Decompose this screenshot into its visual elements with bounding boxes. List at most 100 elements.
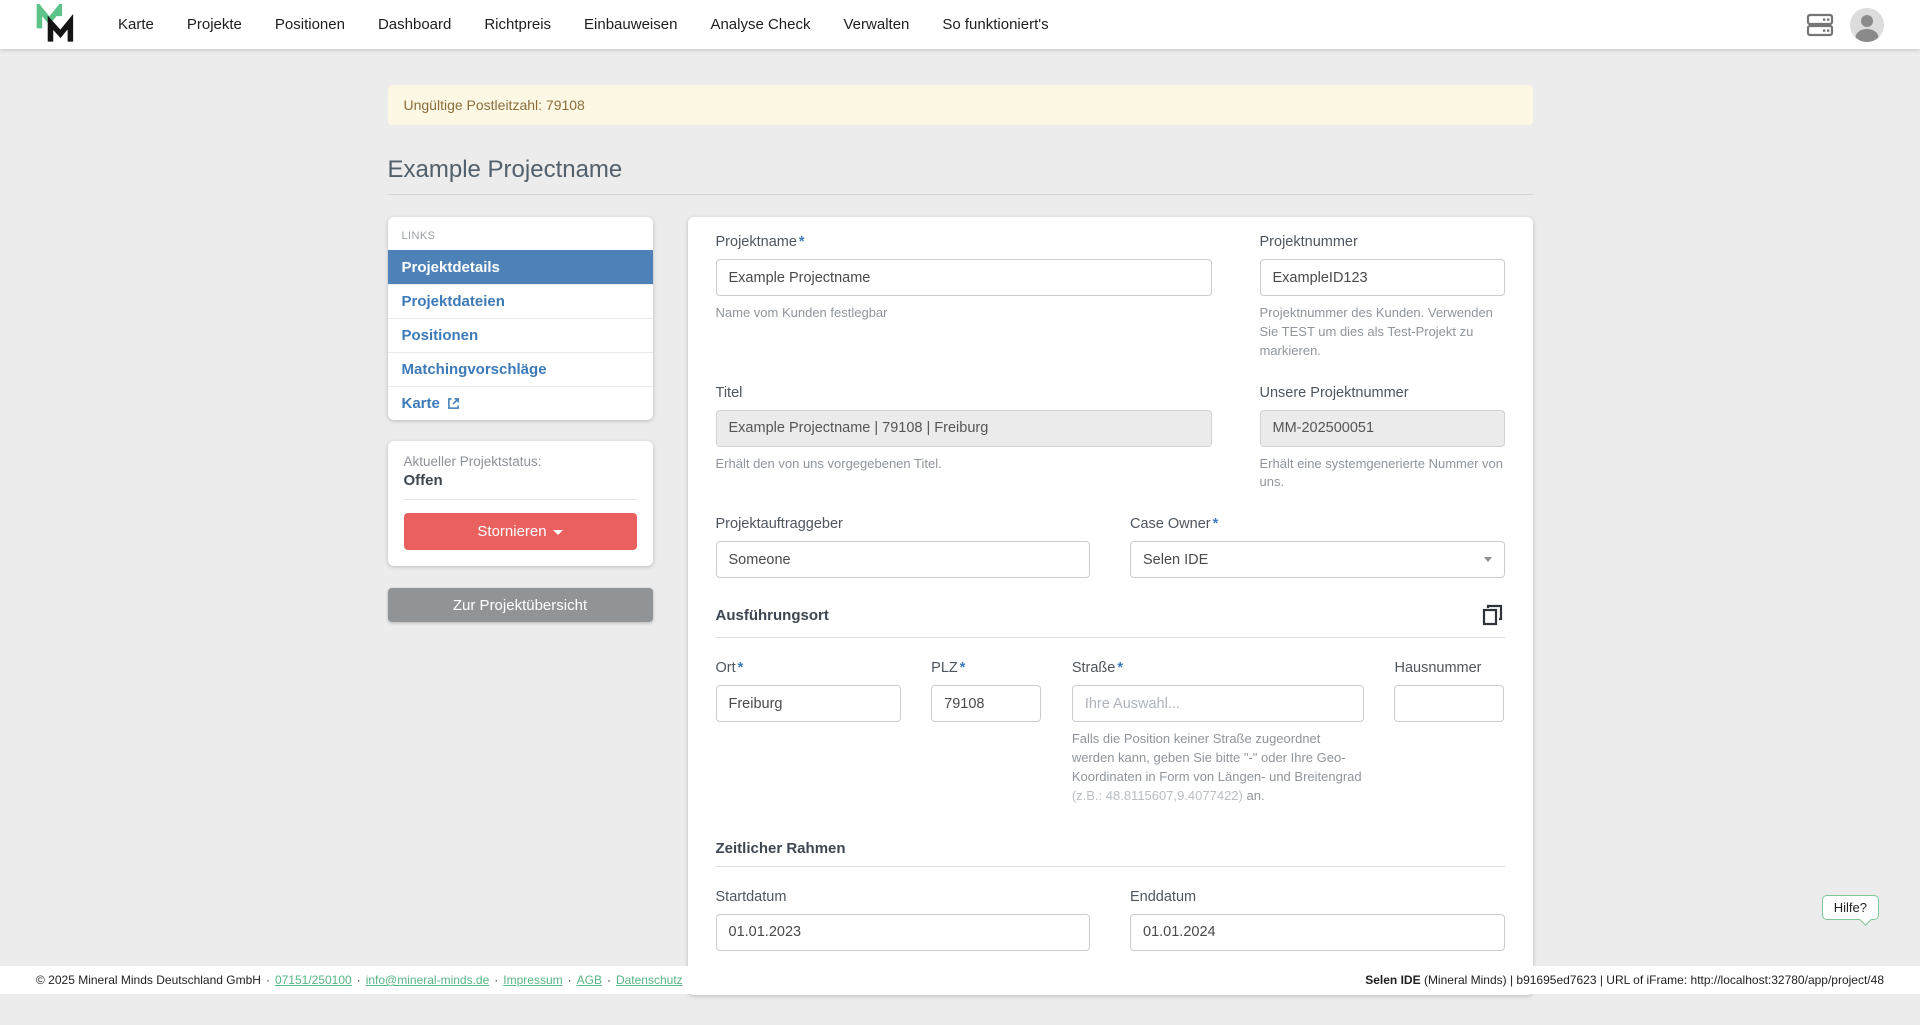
sidebar-item-label: Projektdetails bbox=[402, 259, 500, 276]
unsere-projektnummer-label: Unsere Projektnummer bbox=[1260, 385, 1505, 401]
nav-item-projekte[interactable]: Projekte bbox=[187, 16, 242, 33]
unsere-projektnummer-helper: Erhält eine systemgenerierte Nummer von … bbox=[1260, 455, 1505, 493]
nav-item-einbauweisen[interactable]: Einbauweisen bbox=[584, 16, 677, 33]
mineral-minds-logo-icon bbox=[36, 4, 76, 46]
project-status-card: Aktueller Projektstatus: Offen Storniere… bbox=[388, 441, 653, 566]
sidebar-item-label: Matchingvorschläge bbox=[402, 361, 547, 378]
case-owner-label: Case Owner* bbox=[1130, 516, 1505, 532]
plz-input[interactable] bbox=[931, 685, 1041, 722]
sidebar-item-matchingvorschlaege[interactable]: Matchingvorschläge bbox=[388, 352, 653, 386]
stornieren-button-label: Stornieren bbox=[477, 523, 546, 540]
caret-down-icon bbox=[553, 530, 563, 535]
ausfuehrungsort-heading: Ausführungsort bbox=[716, 607, 829, 624]
sidebar-item-label: Karte bbox=[402, 395, 440, 412]
footer-session-details: (Mineral Minds) | b91695ed7623 | URL of … bbox=[1421, 973, 1884, 987]
nav-item-positionen[interactable]: Positionen bbox=[275, 16, 345, 33]
titel-input bbox=[716, 410, 1212, 447]
ort-label: Ort* bbox=[716, 660, 901, 676]
separator-dot: · bbox=[266, 973, 270, 987]
footer-datenschutz-link[interactable]: Datenschutz bbox=[616, 973, 683, 987]
strasse-input[interactable] bbox=[1072, 685, 1364, 722]
ausfuehrungsort-divider bbox=[716, 637, 1505, 638]
projektnummer-helper: Projektnummer des Kunden. Verwenden Sie … bbox=[1260, 304, 1505, 361]
nav-item-dashboard[interactable]: Dashboard bbox=[378, 16, 451, 33]
external-link-icon bbox=[447, 397, 460, 410]
nav-item-karte[interactable]: Karte bbox=[118, 16, 154, 33]
projektname-helper: Name vom Kunden festlegbar bbox=[716, 304, 1212, 323]
user-avatar-icon[interactable] bbox=[1850, 8, 1884, 42]
projektname-input[interactable] bbox=[716, 259, 1212, 296]
plz-label: PLZ* bbox=[931, 660, 1041, 676]
startdatum-input[interactable] bbox=[716, 914, 1091, 951]
links-card: LINKS Projektdetails Projektdateien Posi… bbox=[388, 217, 653, 420]
titel-helper: Erhält den von uns vorgegebenen Titel. bbox=[716, 455, 1212, 474]
sidebar-item-projektdateien[interactable]: Projektdateien bbox=[388, 284, 653, 318]
app-logo[interactable] bbox=[36, 4, 76, 46]
required-asterisk: * bbox=[1117, 660, 1123, 676]
required-asterisk: * bbox=[738, 660, 744, 676]
startdatum-label: Startdatum bbox=[716, 889, 1091, 905]
case-owner-select[interactable]: Selen IDE bbox=[1130, 541, 1505, 578]
footer-copyright: © 2025 Mineral Minds Deutschland GmbH bbox=[36, 973, 261, 987]
stornieren-button[interactable]: Stornieren bbox=[404, 513, 637, 550]
titel-label: Titel bbox=[716, 385, 1212, 401]
warning-banner-text: Ungültige Postleitzahl: 79108 bbox=[404, 97, 585, 113]
nav-item-verwalten[interactable]: Verwalten bbox=[844, 16, 910, 33]
project-details-card: Projektname* Name vom Kunden festlegbar … bbox=[688, 217, 1533, 995]
strasse-label: Straße* bbox=[1072, 660, 1364, 676]
server-stack-icon[interactable] bbox=[1806, 12, 1834, 38]
warning-banner: Ungültige Postleitzahl: 79108 bbox=[388, 85, 1533, 125]
status-label: Aktueller Projektstatus: bbox=[404, 454, 637, 469]
separator-dot: · bbox=[494, 973, 498, 987]
sidebar-item-karte[interactable]: Karte bbox=[388, 386, 653, 420]
help-button[interactable]: Hilfe? bbox=[1822, 895, 1879, 920]
top-navigation: Karte Projekte Positionen Dashboard Rich… bbox=[0, 0, 1920, 49]
zeitlicher-rahmen-divider bbox=[716, 866, 1505, 867]
nav-right bbox=[1806, 8, 1884, 42]
footer: © 2025 Mineral Minds Deutschland GmbH · … bbox=[0, 966, 1920, 994]
projektauftraggeber-input[interactable] bbox=[716, 541, 1091, 578]
copy-icon[interactable] bbox=[1479, 602, 1505, 628]
nav-item-richtpreis[interactable]: Richtpreis bbox=[484, 16, 551, 33]
zur-projektuebersicht-button[interactable]: Zur Projektübersicht bbox=[388, 588, 653, 622]
footer-session-info: Selen IDE (Mineral Minds) | b91695ed7623… bbox=[1365, 973, 1884, 987]
case-owner-selected-value: Selen IDE bbox=[1143, 552, 1208, 568]
sidebar-item-positionen[interactable]: Positionen bbox=[388, 318, 653, 352]
nav-item-analyse-check[interactable]: Analyse Check bbox=[710, 16, 810, 33]
zeitlicher-rahmen-heading: Zeitlicher Rahmen bbox=[716, 840, 846, 857]
sidebar-item-label: Projektdateien bbox=[402, 293, 505, 310]
footer-left: © 2025 Mineral Minds Deutschland GmbH · … bbox=[36, 973, 683, 987]
nav-item-so-funktionierts[interactable]: So funktioniert's bbox=[942, 16, 1048, 33]
page-title: Example Projectname bbox=[388, 156, 1533, 184]
separator-dot: · bbox=[357, 973, 361, 987]
hausnummer-label: Hausnummer bbox=[1394, 660, 1504, 676]
projektauftraggeber-label: Projektauftraggeber bbox=[716, 516, 1091, 532]
required-asterisk: * bbox=[1213, 516, 1219, 532]
links-card-header: LINKS bbox=[388, 225, 653, 250]
projektname-label: Projektname* bbox=[716, 234, 1212, 250]
ort-input[interactable] bbox=[716, 685, 901, 722]
required-asterisk: * bbox=[799, 234, 805, 250]
chevron-down-icon bbox=[1484, 557, 1492, 562]
hausnummer-input[interactable] bbox=[1394, 685, 1504, 722]
footer-phone-link[interactable]: 07151/250100 bbox=[275, 973, 352, 987]
separator-dot: · bbox=[568, 973, 572, 987]
sidebar-item-projektdetails[interactable]: Projektdetails bbox=[388, 250, 653, 284]
footer-email-link[interactable]: info@mineral-minds.de bbox=[366, 973, 490, 987]
unsere-projektnummer-input bbox=[1260, 410, 1505, 447]
footer-impressum-link[interactable]: Impressum bbox=[503, 973, 562, 987]
footer-agb-link[interactable]: AGB bbox=[577, 973, 602, 987]
nav-links: Karte Projekte Positionen Dashboard Rich… bbox=[118, 16, 1049, 33]
required-asterisk: * bbox=[960, 660, 966, 676]
footer-user-name: Selen IDE bbox=[1365, 973, 1420, 987]
separator-dot: · bbox=[607, 973, 611, 987]
status-divider bbox=[404, 499, 637, 500]
sidebar-item-label: Positionen bbox=[402, 327, 479, 344]
status-value: Offen bbox=[404, 472, 637, 489]
enddatum-input[interactable] bbox=[1130, 914, 1505, 951]
strasse-helper: Falls die Position keiner Straße zugeord… bbox=[1072, 730, 1364, 805]
enddatum-label: Enddatum bbox=[1130, 889, 1505, 905]
projektnummer-label: Projektnummer bbox=[1260, 234, 1505, 250]
projektnummer-input[interactable] bbox=[1260, 259, 1505, 296]
title-divider bbox=[388, 194, 1533, 195]
